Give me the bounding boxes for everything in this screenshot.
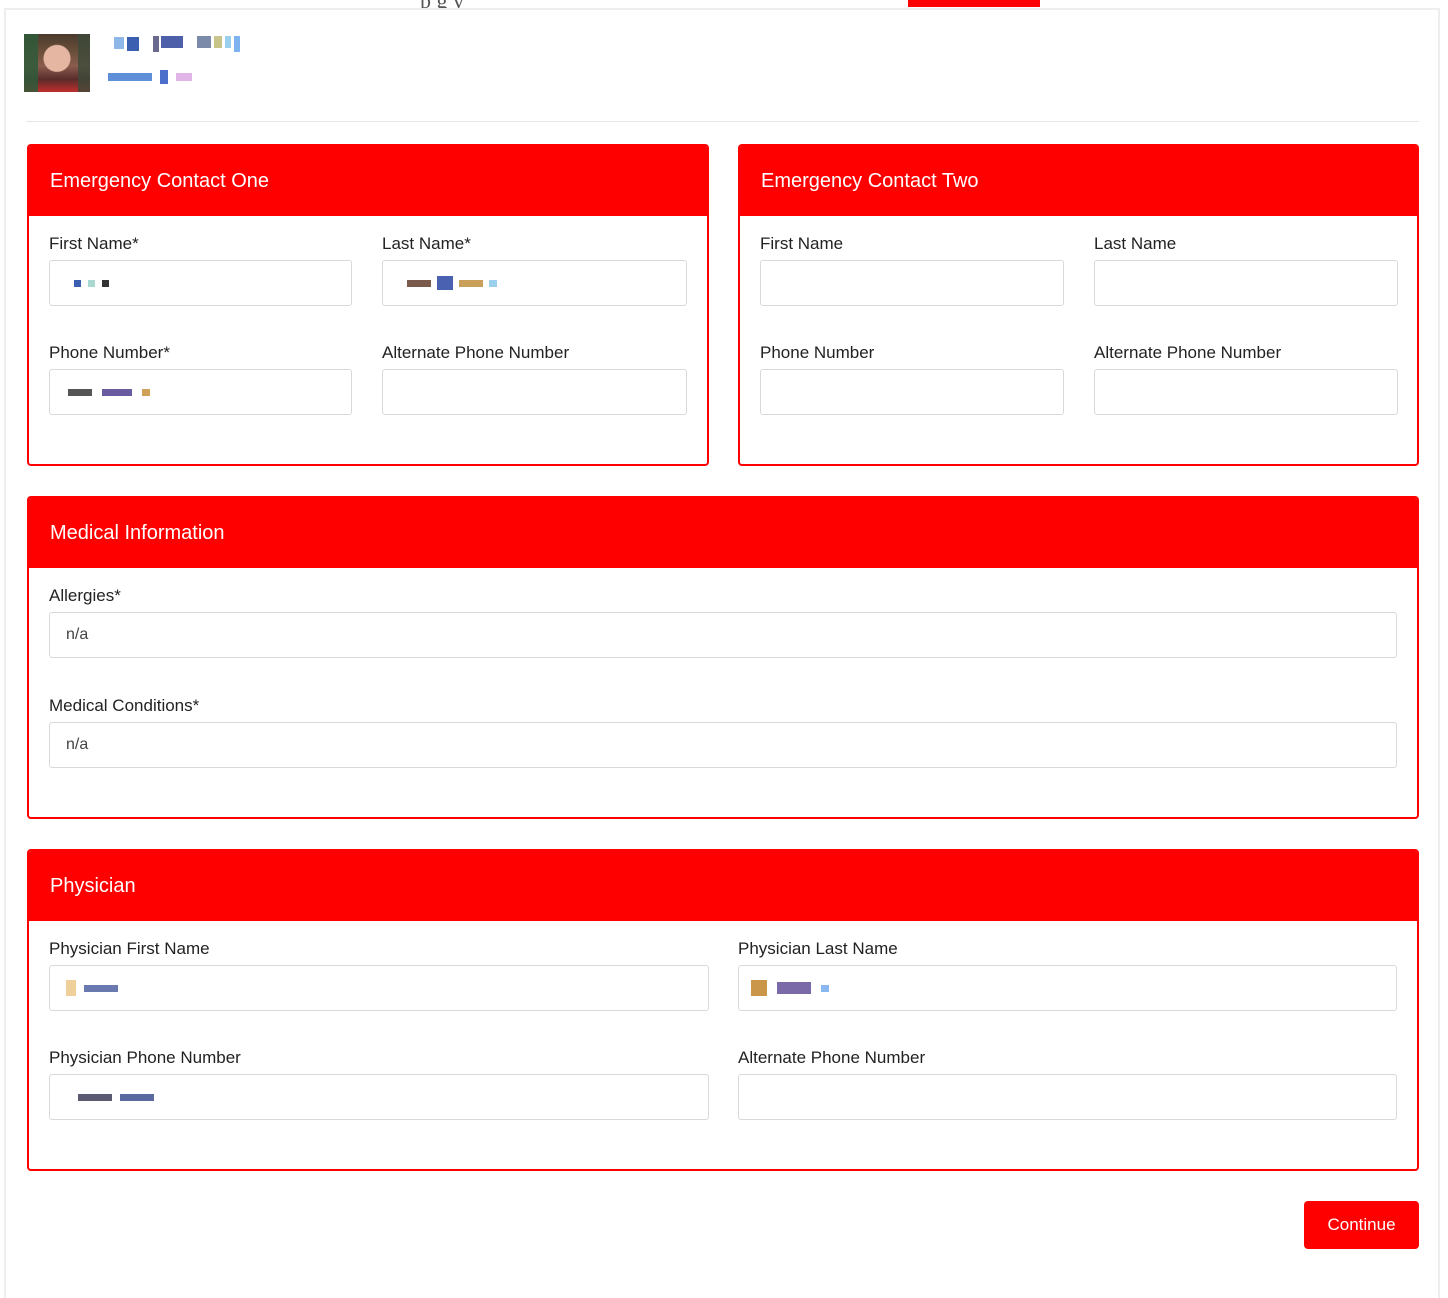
field-label: Physician Last Name: [738, 939, 898, 958]
ec2-phone-field: Phone Number: [760, 343, 1064, 415]
panel-title: Emergency Contact One: [29, 146, 707, 216]
field-label: Allergies*: [49, 586, 121, 605]
emergency-contact-one-panel: Emergency Contact One First Name* Last N…: [27, 144, 709, 466]
ec1-phone-input[interactable]: [49, 369, 352, 415]
ec2-last-name-field: Last Name: [1094, 234, 1398, 306]
ec1-last-name-input[interactable]: [382, 260, 687, 306]
field-label: Alternate Phone Number: [382, 343, 570, 362]
field-label: Last Name: [1094, 234, 1177, 253]
ec2-first-name-field: First Name: [760, 234, 1064, 306]
physician-alt-phone-input[interactable]: [738, 1074, 1397, 1120]
field-label: Phone Number: [760, 343, 875, 362]
field-label: Physician First Name: [49, 939, 210, 958]
allergies-input[interactable]: n/a: [49, 612, 1397, 658]
ec2-alt-phone-input[interactable]: [1094, 369, 1398, 415]
field-label: Medical Conditions*: [49, 696, 200, 715]
ec2-alt-phone-field: Alternate Phone Number: [1094, 343, 1398, 415]
physician-last-name-field: Physician Last Name: [738, 939, 1397, 1011]
ec2-first-name-input[interactable]: [760, 260, 1064, 306]
ec1-first-name-input[interactable]: [49, 260, 352, 306]
physician-first-name-input[interactable]: [49, 965, 709, 1011]
top-strip: p g y: [0, 0, 1448, 8]
ec1-alt-phone-field: Alternate Phone Number: [382, 343, 687, 415]
panel-title: Medical Information: [29, 498, 1417, 568]
ec2-last-name-input[interactable]: [1094, 260, 1398, 306]
physician-last-name-input[interactable]: [738, 965, 1397, 1011]
field-label: First Name: [760, 234, 844, 253]
field-label: Alternate Phone Number: [738, 1048, 926, 1067]
panel-title: Emergency Contact Two: [740, 146, 1417, 216]
top-text-fragment: p g y: [420, 0, 710, 8]
field-label: Alternate Phone Number: [1094, 343, 1282, 362]
field-label: Phone Number*: [49, 343, 170, 362]
continue-button[interactable]: Continue: [1304, 1201, 1419, 1249]
avatar: [24, 34, 90, 92]
header-divider: [26, 121, 1419, 122]
top-red-tab: [908, 0, 1040, 7]
allergies-field: Allergies* n/a: [49, 586, 1397, 658]
ec2-phone-input[interactable]: [760, 369, 1064, 415]
ec1-phone-field: Phone Number*: [49, 343, 352, 415]
medical-conditions-field: Medical Conditions* n/a: [49, 696, 1397, 768]
profile-name-redacted: [114, 34, 240, 54]
ec1-alt-phone-input[interactable]: [382, 369, 687, 415]
ec1-last-name-field: Last Name*: [382, 234, 687, 306]
physician-phone-field: Physician Phone Number: [49, 1048, 709, 1120]
field-label: Physician Phone Number: [49, 1048, 241, 1067]
medical-information-panel: Medical Information Allergies* n/a Medic…: [27, 496, 1419, 819]
field-label: Last Name*: [382, 234, 471, 253]
physician-phone-input[interactable]: [49, 1074, 709, 1120]
physician-alt-phone-field: Alternate Phone Number: [738, 1048, 1397, 1120]
physician-first-name-field: Physician First Name: [49, 939, 709, 1011]
panel-title: Physician: [29, 851, 1417, 921]
medical-conditions-input[interactable]: n/a: [49, 722, 1397, 768]
emergency-contact-two-panel: Emergency Contact Two First Name Last Na…: [738, 144, 1419, 466]
field-label: First Name*: [49, 234, 139, 253]
physician-panel: Physician Physician First Name Physician…: [27, 849, 1419, 1171]
ec1-first-name-field: First Name*: [49, 234, 352, 306]
profile-subtitle-redacted: [108, 68, 192, 86]
